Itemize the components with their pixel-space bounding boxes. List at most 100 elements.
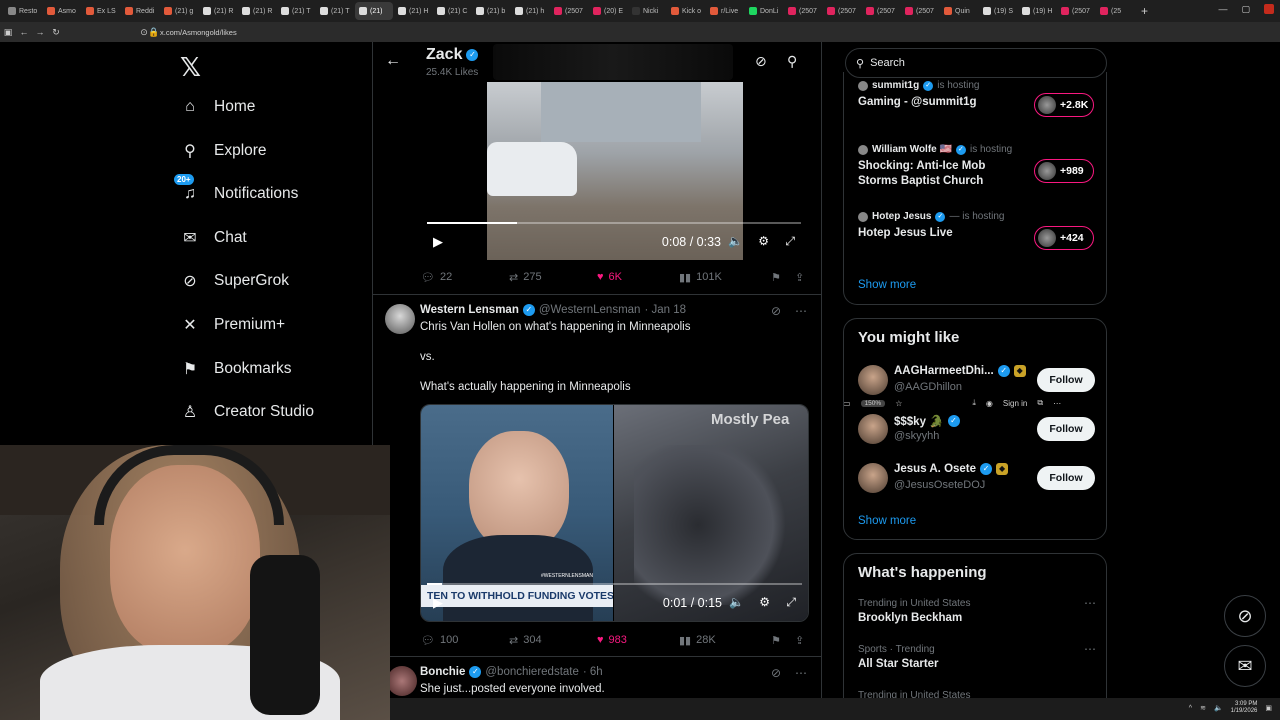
browser-tab[interactable]: (21) T [316,2,354,20]
browser-tab[interactable]: r/Live [706,2,744,20]
tweet-date[interactable]: · Jan 18 [644,304,686,316]
fullscreen-icon[interactable]: ⤢ [786,595,796,610]
avatar[interactable] [387,666,417,696]
sidebar-toggle-icon[interactable]: ▣ [0,27,16,38]
avatar[interactable] [858,365,888,395]
wifi-icon[interactable]: ≋ [1200,704,1206,712]
volume-icon[interactable]: 🔈 [1214,704,1223,712]
browser-tab[interactable]: (21) g [160,2,198,20]
settings-icon[interactable]: ⚙ [759,595,770,609]
url-field[interactable]: x.com/Asmongold/likes [160,28,237,37]
browser-tab[interactable]: Nicki [628,2,666,20]
host-avatar[interactable] [858,211,868,222]
nav-item-supergrok[interactable]: ⊘ SuperGrok [180,271,289,291]
share-button[interactable]: ⇪ [795,271,804,284]
grok-fab-button[interactable]: ⊘ [1224,595,1266,637]
new-tab-button[interactable]: + [1141,4,1148,18]
author-name[interactable]: Bonchie [420,666,465,678]
browser-tab[interactable]: (19) H [1018,2,1056,20]
host-name[interactable]: summit1g [872,80,919,91]
more-icon[interactable]: ⋯ [795,304,807,318]
host-name[interactable]: Hotep Jesus [872,211,931,222]
browser-tab[interactable]: (19) S [979,2,1017,20]
messages-fab-button[interactable]: ✉ [1224,645,1266,687]
nav-item-home[interactable]: ⌂ Home [180,97,255,117]
listeners-pill[interactable]: +2.8K [1034,93,1094,117]
x-logo-icon[interactable]: 𝕏 [180,52,201,83]
views-button[interactable]: ▮▮ 28K [679,634,771,647]
browser-tab[interactable]: Reddi [121,2,159,20]
browser-tab[interactable]: Asmo [43,2,81,20]
more-icon[interactable]: ⋯ [795,666,807,680]
maximize-icon[interactable]: ▢ [1241,4,1250,15]
browser-tab[interactable]: (2507 [823,2,861,20]
suggested-user-name[interactable]: AAGHarmeetDhi... ✓ ◆ [894,365,1026,377]
suggested-user-name[interactable]: $$$ky 🐊 ✓ [894,414,960,428]
bookmark-button[interactable]: ⚑ [771,271,795,284]
browser-tab[interactable]: (21) T [277,2,315,20]
suggested-user-name[interactable]: Jesus A. Osete ✓ ◆ [894,463,1009,475]
follow-button[interactable]: Follow [1037,417,1095,441]
space-title[interactable]: Shocking: Anti-Ice Mob Storms Baptist Ch… [858,159,1028,189]
suggested-user-handle[interactable]: @JesusOseteDOJ [894,479,985,491]
back-icon[interactable]: ← [16,27,32,37]
nav-item-notifications[interactable]: ♫ 20+ Notifications [174,174,298,204]
trend-name[interactable]: All Star Starter [858,658,939,670]
settings-icon[interactable]: ⚙ [758,234,769,248]
browser-tab[interactable]: (2507 [901,2,939,20]
browser-tab[interactable]: (21) [355,2,393,20]
share-button[interactable]: ⇪ [795,634,804,647]
host-name[interactable]: William Wolfe 🇺🇸 [872,144,952,155]
browser-tab[interactable]: Ex LS [82,2,120,20]
play-icon[interactable]: ▶ [433,234,443,250]
grok-icon[interactable]: ⊘ [755,53,767,70]
nav-item-premium[interactable]: ✕ Premium+ [180,315,285,335]
suggested-user-handle[interactable]: @skyyhh [894,430,939,442]
minimize-icon[interactable]: — [1218,4,1227,15]
space-title[interactable]: Hotep Jesus Live [858,226,1028,241]
grok-icon[interactable]: ⊘ [771,666,781,680]
browser-tab[interactable]: (20) E [589,2,627,20]
grok-icon[interactable]: ⊘ [771,304,781,318]
browser-tab[interactable]: (2507 [550,2,588,20]
author-name[interactable]: Western Lensman [420,304,519,316]
bookmark-button[interactable]: ⚑ [771,634,795,647]
tweet-video[interactable]: TEN TO WITHHOLD FUNDING VOTES OVER #WEST… [420,404,809,622]
browser-tab[interactable]: (21) b [472,2,510,20]
tray-chevron-icon[interactable]: ^ [1189,705,1192,712]
author-handle[interactable]: @WesternLensman [539,304,641,316]
avatar[interactable] [858,414,888,444]
trend-name[interactable]: Brooklyn Beckham [858,612,962,624]
browser-tab[interactable]: (21) R [238,2,276,20]
reply-button[interactable]: 💬︎ 100 [421,634,509,647]
browser-tab[interactable]: Resto [4,2,42,20]
listeners-pill[interactable]: +424 [1034,226,1094,250]
nav-item-explore[interactable]: ⚲ Explore [180,141,266,161]
reply-button[interactable]: 💬︎ 22 [421,271,509,284]
video-progress-bar[interactable] [427,583,802,585]
follow-button[interactable]: Follow [1037,466,1095,490]
browser-tab[interactable]: DonLi [745,2,783,20]
browser-tab[interactable]: (2507 [784,2,822,20]
nav-item-chat[interactable]: ✉ Chat [180,228,246,248]
search-icon[interactable]: ⚲ [787,53,797,70]
more-icon[interactable]: ⋯ [1084,642,1096,656]
like-button[interactable]: ♥ 6K [597,271,679,283]
browser-tab[interactable]: (21) h [511,2,549,20]
avatar[interactable] [385,304,415,334]
tweet-date[interactable]: · 6h [583,666,603,678]
browser-tab[interactable]: (2507 [1057,2,1095,20]
repost-button[interactable]: ⇄ 275 [509,271,597,284]
host-avatar[interactable] [858,144,868,155]
close-window-icon[interactable] [1264,4,1274,14]
browser-tab[interactable]: Quin [940,2,978,20]
browser-tab[interactable]: (25 [1096,2,1134,20]
avatar[interactable] [858,463,888,493]
listeners-pill[interactable]: +989 [1034,159,1094,183]
browser-tab[interactable]: (21) C [433,2,471,20]
tweet-video[interactable]: ▶ 0:08 / 0:33 🔈 ⚙ ⤢ [421,82,807,260]
more-icon[interactable]: ⋯ [1084,596,1096,610]
suggested-user-handle[interactable]: @AAGDhillon [894,381,962,393]
show-more-link[interactable]: Show more [858,515,916,527]
author-handle[interactable]: @bonchieredstate [485,666,579,678]
